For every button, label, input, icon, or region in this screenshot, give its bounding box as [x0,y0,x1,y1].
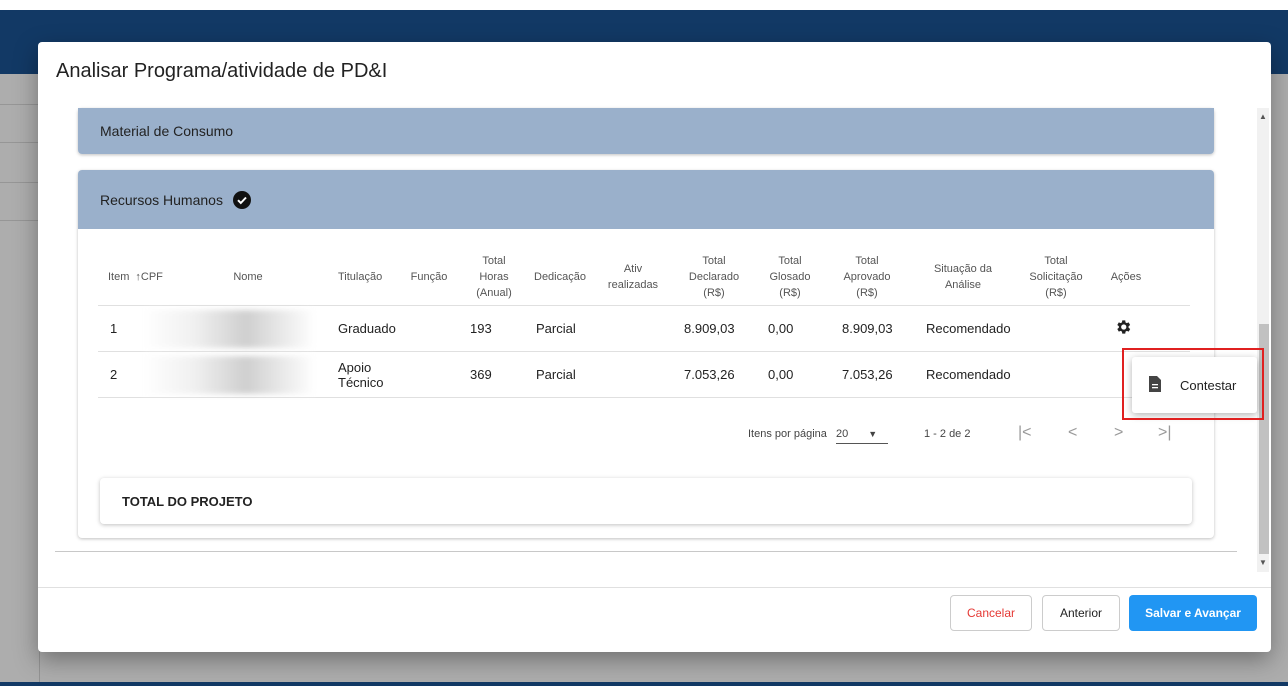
panel-title: Recursos Humanos [100,191,223,208]
next-page-icon[interactable]: > [1114,424,1123,442]
header-label: Titulação [338,271,383,283]
panel-title: Material de Consumo [100,123,234,139]
titulacao-line: Técnico [338,374,384,390]
highlight-box [1122,348,1264,420]
header-ativ[interactable]: Ativ realizadas [598,248,668,306]
prev-page-icon[interactable]: < [1068,424,1077,442]
table-row: 1 Graduado 193 Parcial 8.909,03 0,00 8.9… [98,306,1190,352]
total-projeto-card[interactable]: TOTAL DO PROJETO [100,478,1192,524]
last-page-icon[interactable]: >| [1158,424,1172,442]
header-line: Glosado [769,271,811,283]
header-aprovado[interactable]: Total Aprovado (R$) [828,248,906,306]
header-funcao[interactable]: Função [404,248,454,306]
panel-header[interactable]: Material de Consumo [78,108,1214,154]
check-circle-icon [232,190,251,209]
cancel-button[interactable]: Cancelar [950,595,1032,631]
cell-aprovado: 7.053,26 [842,367,893,382]
header-label: Ações [1110,271,1142,283]
header-line: realizadas [607,279,659,291]
dropdown-arrow-icon: ▼ [868,429,878,439]
cell-titulacao: Graduado [338,321,396,336]
header-label: Nome [233,271,263,283]
header-declarado[interactable]: Total Declarado (R$) [678,248,750,306]
page-size-value: 20 ▼ [836,428,888,444]
header-line: Ativ [623,263,643,275]
cell-declarado: 7.053,26 [684,367,735,382]
panel-material-consumo[interactable]: Material de Consumo [78,108,1214,154]
header-nome[interactable]: Nome [218,248,278,306]
header-cpf: CPF [140,271,163,283]
header-line: (R$) [703,287,725,299]
dialog-scroll-area: Material de Consumo Recursos Humanos Ite… [55,108,1237,552]
cell-titulacao: Apoio Técnico [338,352,384,397]
header-line: Declarado [688,271,740,283]
cell-dedicacao: Parcial [536,367,576,382]
header-line: Total [482,255,506,267]
header-line: (R$) [1045,287,1067,299]
previous-button[interactable]: Anterior [1042,595,1120,631]
cell-item: 2 [110,367,118,382]
header-label: Dedicação [534,271,586,283]
header-line: Total [855,255,879,267]
page-size-text: 20 [836,428,849,440]
header-line: Análise [944,279,982,291]
cell-item: 1 [110,321,118,336]
header-item-cpf[interactable]: Item ↑ CPF [108,248,168,306]
header-line: Total [702,255,726,267]
analysis-dialog: Analisar Programa/atividade de PD&I Mate… [38,42,1271,652]
total-projeto-label: TOTAL DO PROJETO [122,493,253,509]
titulacao-line: Apoio [338,359,372,375]
header-situacao[interactable]: Situação da Análise [918,248,1008,306]
gear-icon[interactable] [1114,318,1132,342]
panel-header[interactable]: Recursos Humanos [78,170,1214,229]
header-label: Função [410,271,448,283]
footer-divider [38,587,1271,588]
panel-recursos-humanos: Recursos Humanos Item ↑ CPF Nome Titulaç… [78,170,1214,538]
header-line: Solicitação [1029,271,1083,283]
paginator-label: Itens por página [748,428,827,440]
scrollbar[interactable]: ▲ ▼ [1257,108,1269,572]
header-glosado[interactable]: Total Glosado (R$) [754,248,826,306]
header-line: Aprovado [843,271,891,283]
paginator-range: 1 - 2 de 2 [924,428,971,440]
header-horas[interactable]: Total Horas (Anual) [464,248,524,306]
header-line: (R$) [856,287,878,299]
header-line: Horas [479,271,509,283]
scroll-down-icon[interactable]: ▼ [1259,558,1267,567]
redacted-cpf-nome [143,356,315,394]
header-line: (R$) [779,287,801,299]
header-solicitacao[interactable]: Total Solicitação (R$) [1016,248,1096,306]
cell-declarado: 8.909,03 [684,321,735,336]
redacted-cpf-nome [143,310,315,348]
scroll-up-icon[interactable]: ▲ [1259,112,1267,121]
first-page-icon[interactable]: |< [1018,424,1032,442]
page-size-select[interactable]: 20 ▼ [836,428,888,444]
cell-glosado: 0,00 [768,321,794,336]
cell-horas: 369 [470,367,492,382]
header-line: Total [778,255,802,267]
cell-glosado: 0,00 [768,367,794,382]
header-dedicacao[interactable]: Dedicação [528,248,592,306]
cell-horas: 193 [470,321,492,336]
header-line: (Anual) [476,287,512,299]
header-line: Total [1044,255,1068,267]
dialog-title: Analisar Programa/atividade de PD&I [56,60,388,82]
header-acoes: Ações [1102,248,1150,306]
cell-dedicacao: Parcial [536,321,576,336]
cell-situacao: Recomendado [926,321,1011,336]
header-item: Item [108,271,130,283]
save-and-advance-button[interactable]: Salvar e Avançar [1129,595,1257,631]
header-line: Situação da [933,263,993,275]
table-row: 2 Apoio Técnico 369 Parcial 7.053,26 0,00… [98,352,1190,398]
table-header: Item ↑ CPF Nome Titulação Função Total Ho… [98,248,1190,306]
cell-aprovado: 8.909,03 [842,321,893,336]
header-titulacao[interactable]: Titulação [338,248,398,306]
cell-situacao: Recomendado [926,367,1011,382]
